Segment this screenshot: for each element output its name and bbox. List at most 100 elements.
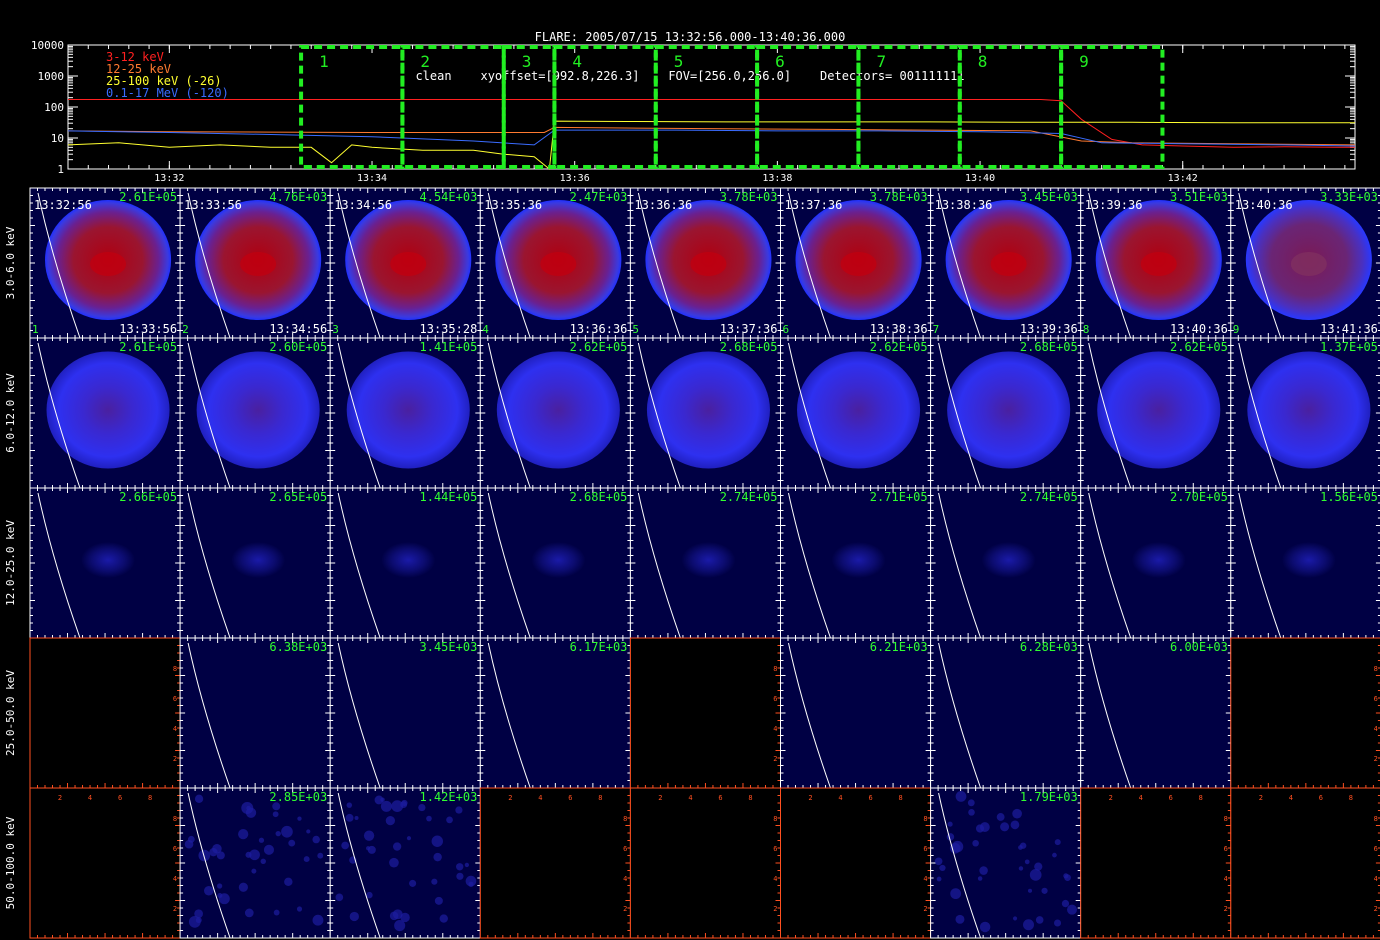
noise-speck xyxy=(434,896,443,905)
noise-speck xyxy=(260,858,266,864)
peak-value: 2.65E+05 xyxy=(269,490,327,504)
source-core xyxy=(1290,252,1327,276)
peak-value: 4.76E+03 xyxy=(269,190,327,204)
axis-tick-label: 2 xyxy=(1109,794,1113,802)
noise-speck xyxy=(218,893,230,905)
noise-speck xyxy=(1035,916,1044,924)
axis-tick-label: 8 xyxy=(173,665,177,673)
peak-value: 3.78E+03 xyxy=(720,190,778,204)
axis-tick-label: 2 xyxy=(773,905,777,913)
noise-speck xyxy=(212,843,222,854)
peak-value: 6.21E+03 xyxy=(870,640,928,654)
empty-cell xyxy=(629,637,782,789)
source-blob xyxy=(947,351,1071,469)
axis-tick-label: 8 xyxy=(773,665,777,673)
source-blob xyxy=(346,351,470,469)
interval-number: 5 xyxy=(632,323,639,336)
end-time: 13:33:56 xyxy=(119,322,177,336)
noise-speck xyxy=(275,830,281,837)
image-cell: 2 4 6 8 2 4 6 8 xyxy=(479,787,631,939)
image-cell: 1.42E+03 xyxy=(329,787,481,939)
peak-value: 2.47E+03 xyxy=(570,190,628,204)
source-blob xyxy=(1247,351,1371,469)
cell-frame xyxy=(179,637,331,789)
noise-speck xyxy=(238,882,248,892)
source-core xyxy=(840,252,877,276)
axis-tick-label: 6 xyxy=(923,845,927,853)
noise-speck xyxy=(406,836,412,841)
noise-speck xyxy=(439,914,448,923)
interval-number: 7 xyxy=(933,323,940,336)
source-core xyxy=(990,252,1027,276)
empty-cell xyxy=(1230,637,1380,789)
image-cell: 2.68E+05 xyxy=(930,337,1082,489)
noise-speck xyxy=(288,839,296,847)
noise-speck xyxy=(245,851,252,858)
source-blob xyxy=(496,351,620,469)
noise-speck xyxy=(996,813,1005,821)
empty-cell xyxy=(780,787,932,939)
noise-speck xyxy=(455,806,463,814)
noise-speck xyxy=(1027,888,1033,893)
noise-speck xyxy=(184,839,194,849)
peak-value: 2.68E+05 xyxy=(1020,340,1078,354)
image-cell: 2.85E+03 xyxy=(179,787,331,939)
source-blob xyxy=(46,351,170,469)
axis-tick-label: 6 xyxy=(623,845,627,853)
axis-tick-label: 8 xyxy=(1374,665,1378,673)
start-time: 13:37:36 xyxy=(785,198,843,212)
noise-speck xyxy=(951,840,964,853)
noise-speck xyxy=(433,852,442,862)
cell-frame xyxy=(329,637,481,789)
image-cell: 2.60E+05 xyxy=(179,337,331,489)
start-time: 13:32:56 xyxy=(34,198,92,212)
band-label: 6.0-12.0 keV xyxy=(4,373,17,453)
noise-speck xyxy=(979,921,991,933)
axis-tick-label: 6 xyxy=(773,695,777,703)
noise-speck xyxy=(297,816,302,821)
noise-speck xyxy=(446,816,453,824)
band-label: 12.0-25.0 keV xyxy=(4,520,17,606)
axis-tick-label: 4 xyxy=(1374,875,1378,883)
peak-value: 6.00E+03 xyxy=(1170,640,1228,654)
axis-tick-label: 4 xyxy=(88,794,92,802)
noise-speck xyxy=(1034,862,1043,871)
axis-tick-label: 6 xyxy=(718,794,722,802)
image-cell: 2 4 6 8 2 4 6 8 xyxy=(1080,787,1232,939)
axis-tick-label: 8 xyxy=(598,794,602,802)
axis-tick-label: 8 xyxy=(773,815,777,823)
start-time: 13:33:56 xyxy=(184,198,242,212)
noise-speck xyxy=(975,824,985,833)
end-time: 13:40:36 xyxy=(1170,322,1228,336)
image-cell: 4.76E+03 13:33:56 13:34:56 2 xyxy=(179,187,331,339)
start-time: 13:34:56 xyxy=(334,198,392,212)
image-cell: 2 4 6 8 2 4 6 8 xyxy=(1230,787,1380,939)
noise-speck xyxy=(418,803,426,812)
image-cell: 4.54E+03 13:34:56 13:35:28 3 xyxy=(329,187,481,339)
interval-number: 9 xyxy=(1233,323,1240,336)
noise-speck xyxy=(389,857,399,868)
source-core xyxy=(540,252,577,276)
image-grid: 3.0-6.0 keV 6.0-12.0 keV 12.0-25.0 keV 25.0… xyxy=(4,187,1380,939)
image-cell: 2 4 6 8 2 4 6 8 xyxy=(780,787,932,939)
end-time: 13:35:28 xyxy=(420,322,478,336)
interval-number: 3 xyxy=(332,323,339,336)
peak-value: 1.37E+05 xyxy=(1320,340,1378,354)
peak-value: 3.33E+03 xyxy=(1320,190,1378,204)
band-label: 50.0-100.0 keV xyxy=(4,816,17,909)
noise-speck xyxy=(216,883,223,889)
image-cell: 3.45E+03 13:38:36 13:39:36 7 xyxy=(930,187,1082,339)
noise-speck xyxy=(317,852,324,859)
axis-tick-label: 4 xyxy=(688,794,692,802)
start-time: 13:35:36 xyxy=(484,198,542,212)
cell-frame xyxy=(930,637,1082,789)
source-blob xyxy=(531,542,586,578)
axis-tick-label: 2 xyxy=(923,905,927,913)
axis-tick-label: 6 xyxy=(1319,794,1323,802)
noise-speck xyxy=(1041,887,1048,894)
peak-value: 2.74E+05 xyxy=(720,490,778,504)
image-cell: 6.21E+03 xyxy=(780,637,932,789)
axis-tick-label: 4 xyxy=(1139,794,1143,802)
axis-tick-label: 8 xyxy=(1374,815,1378,823)
noise-speck xyxy=(456,863,464,871)
